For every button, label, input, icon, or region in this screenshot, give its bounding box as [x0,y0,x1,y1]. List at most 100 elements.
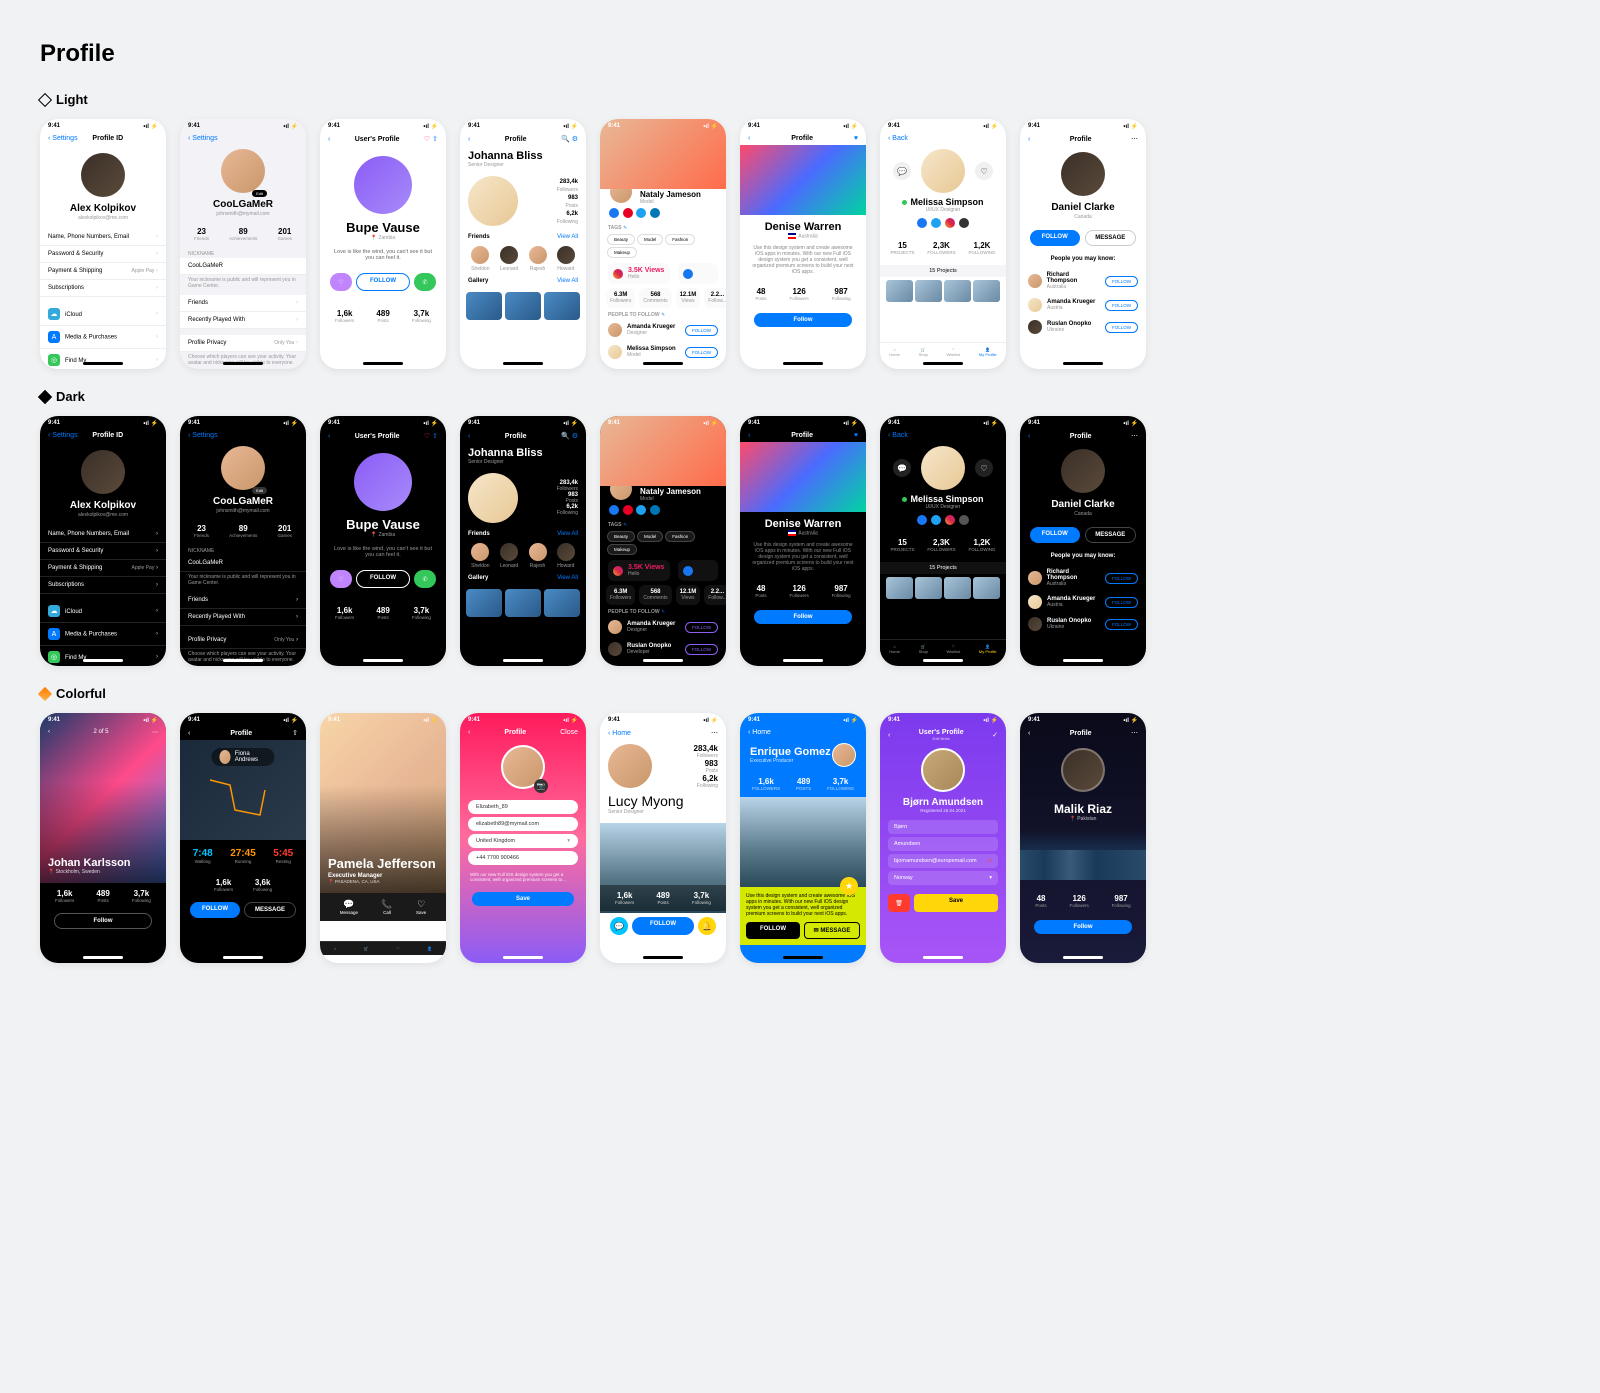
gallery-item[interactable] [466,292,502,320]
list-item[interactable]: Friends› [180,295,306,312]
back-button[interactable]: ‹ Back [888,432,908,439]
gear-icon[interactable]: ⚙ [572,136,578,143]
list-item[interactable]: Payment & ShippingApple Pay › [40,263,166,280]
list-item[interactable]: Subscriptions› [40,577,166,594]
avatar[interactable] [608,486,634,502]
lastname-input[interactable]: Amundsen [888,837,998,851]
back-button[interactable]: ‹ [468,433,470,440]
call-button[interactable]: ✆ [414,570,436,588]
message-button[interactable]: MESSAGE [244,902,296,918]
avatar[interactable] [921,446,965,490]
tab-shop[interactable]: 🛒Shop [919,644,928,654]
gallery-item[interactable] [466,589,502,617]
message-button[interactable]: MESSAGE [1085,527,1137,543]
tab-profile[interactable]: 👤 [427,946,432,951]
back-button[interactable]: ‹ Home [748,729,771,736]
friend-avatar[interactable] [557,246,575,264]
heart-button[interactable]: ♡ [975,162,993,180]
follow-button[interactable]: FOLLOW [632,917,694,935]
back-button[interactable]: ‹ Settings [188,432,218,439]
message-button[interactable]: 💬 [610,917,628,935]
back-button[interactable]: ‹ Settings [188,135,218,142]
save-button[interactable]: Save [472,892,574,906]
delete-button[interactable]: 🗑 [888,894,910,912]
tab-wishlist[interactable]: ♡Wishlist [947,644,961,654]
back-button[interactable]: ‹ [1028,136,1030,143]
list-item[interactable]: Friends› [180,592,306,609]
back-button[interactable]: ‹ Home [608,730,631,737]
close-button[interactable]: Close [560,729,578,736]
list-item[interactable]: AMedia & Purchases› [40,623,166,646]
friend-avatar[interactable] [500,246,518,264]
heart-icon[interactable]: ♥ [854,135,858,142]
list-item[interactable]: Amanda KruegerAustriaFOLLOW [1020,294,1146,316]
tab-home[interactable]: ⌂ [334,946,336,951]
tab-wishlist[interactable]: ♡ [396,946,400,951]
list-item[interactable]: Amanda KruegerDesignerFOLLOW [600,616,726,638]
avatar[interactable] [354,453,412,511]
back-button[interactable]: ‹ Settings [48,432,78,439]
back-button[interactable]: ‹ [328,433,330,440]
edit-button[interactable]: Edit [252,487,267,494]
gallery-item[interactable] [505,292,541,320]
follow-button[interactable]: Follow [754,610,852,624]
view-all-link[interactable]: View All [557,278,578,284]
list-item[interactable]: Ruslan OnopkoDeveloperFOLLOW [600,638,726,660]
gallery-item[interactable] [544,589,580,617]
follow-button[interactable]: FOLLOW [1105,573,1138,584]
facebook-icon[interactable] [917,515,927,525]
camera-icon[interactable]: 📷 [534,779,548,793]
follow-button[interactable]: FOLLOW [356,570,410,588]
tab-home[interactable]: ⌂Home [889,644,900,654]
view-all-link[interactable]: View All [557,234,578,240]
gallery-item[interactable] [544,292,580,320]
share-icon[interactable]: ⇧ [432,136,438,143]
share-icon[interactable]: ⇧ [432,433,438,440]
bell-button[interactable]: 🔔 [698,917,716,935]
avatar[interactable] [1061,748,1105,792]
friend-avatar[interactable] [529,543,547,561]
avatar[interactable] [468,176,518,226]
message-button[interactable]: ✉ MESSAGE [804,922,860,939]
avatar[interactable] [921,149,965,193]
linkedin-icon[interactable] [650,208,660,218]
gear-icon[interactable]: ⚙ [572,433,578,440]
avatar[interactable] [81,153,125,197]
list-item[interactable]: Ruslan OnopkoUkraineFOLLOW [1020,613,1146,635]
more-icon[interactable] [959,218,969,228]
follow-button[interactable]: FOLLOW [190,902,240,918]
list-item[interactable]: Password & Security› [40,543,166,560]
friend-avatar[interactable] [529,246,547,264]
list-item[interactable]: ☁iCloud› [40,600,166,623]
search-icon[interactable]: 🔍 [561,136,570,143]
heart-icon[interactable]: ♥ [854,432,858,439]
tab-wishlist[interactable]: ♡Wishlist [947,347,961,357]
instagram-icon[interactable] [945,218,955,228]
avatar[interactable] [1061,152,1105,196]
friend-avatar[interactable] [471,246,489,264]
project-thumb[interactable] [973,280,1000,302]
back-button[interactable]: ‹ [1028,730,1030,737]
list-item[interactable]: ◎Find My› [40,349,166,369]
follow-button[interactable]: FOLLOW [685,644,718,655]
more-icon[interactable]: ⋯ [1131,729,1138,737]
list-item[interactable]: ☁iCloud› [40,303,166,326]
country-input[interactable]: United Kingdom ▾ [468,834,578,848]
project-thumb[interactable] [944,280,971,302]
twitter-icon[interactable] [636,208,646,218]
back-button[interactable]: ‹ [748,432,750,439]
avatar[interactable] [1061,449,1105,493]
message-button[interactable]: 💬 [893,459,911,477]
project-thumb[interactable] [915,280,942,302]
back-button[interactable]: ‹ [468,729,470,736]
follow-button[interactable]: FOLLOW [1105,322,1138,333]
list-item[interactable]: Melissa SimpsonModelFOLLOW [600,341,726,363]
facebook-icon[interactable] [609,505,619,515]
follow-button[interactable]: FOLLOW [1105,276,1138,287]
list-item[interactable]: Recently Played With› [180,312,306,329]
avatar[interactable] [608,744,652,788]
facebook-icon[interactable] [609,208,619,218]
list-item[interactable]: ◎Find My› [40,646,166,666]
call-button[interactable]: ✆ [414,273,436,291]
share-icon[interactable]: ⇧ [292,729,298,737]
